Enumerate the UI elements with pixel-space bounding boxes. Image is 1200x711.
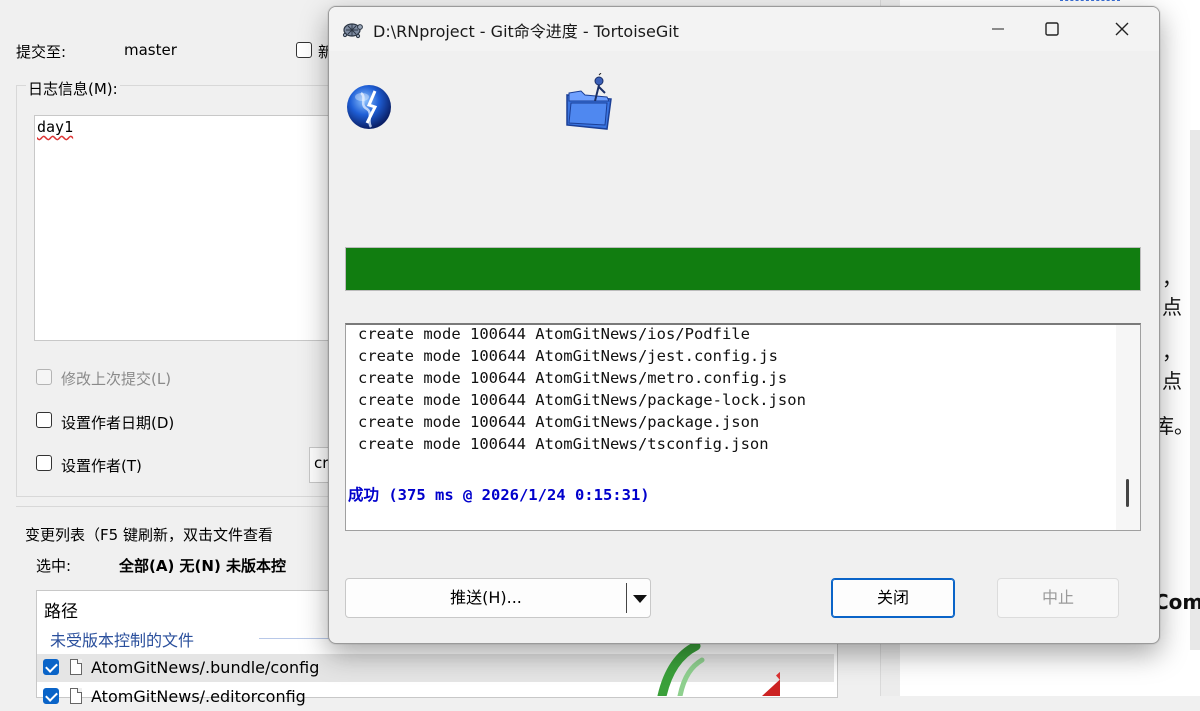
file-checkbox[interactable] bbox=[43, 688, 59, 704]
progress-bar bbox=[345, 247, 1141, 291]
changes-list-label: 变更列表（F5 键刷新，双击文件查看 bbox=[25, 526, 273, 544]
tortoisegit-logo bbox=[657, 641, 780, 696]
globe-icon bbox=[347, 85, 391, 129]
amend-checkbox[interactable] bbox=[36, 369, 52, 385]
log-line: create mode 100644 AtomGitNews/package.j… bbox=[358, 413, 760, 431]
select-options[interactable]: 全部(A) 无(N) 未版本控 bbox=[119, 555, 286, 576]
log-line: create mode 100644 AtomGitNews/package-l… bbox=[358, 391, 806, 409]
new-branch-checkbox[interactable] bbox=[296, 42, 312, 58]
select-label: 选中: bbox=[36, 557, 72, 575]
maximize-button[interactable] bbox=[1029, 7, 1075, 51]
file-name: AtomGitNews/.editorconfig bbox=[91, 687, 306, 706]
divider bbox=[16, 506, 336, 507]
chevron-down-icon[interactable] bbox=[633, 595, 647, 603]
git-progress-dialog: D:\RNproject - Git命令进度 - TortoiseGit cre… bbox=[328, 6, 1160, 644]
minimize-icon bbox=[992, 28, 1004, 30]
split-separator bbox=[626, 583, 627, 613]
log-message-label: 日志信息(M): bbox=[26, 78, 120, 99]
abort-button[interactable]: 中止 bbox=[997, 578, 1119, 618]
close-button[interactable]: 关闭 bbox=[831, 578, 955, 618]
set-author-date-checkbox[interactable] bbox=[36, 412, 52, 428]
log-line: create mode 100644 AtomGitNews/metro.con… bbox=[358, 369, 788, 387]
push-split-button[interactable]: 推送(H)... bbox=[345, 578, 651, 618]
author-input-text: cr bbox=[314, 454, 329, 472]
title-bar[interactable]: D:\RNproject - Git命令进度 - TortoiseGit bbox=[329, 7, 1159, 51]
file-icon bbox=[70, 688, 82, 704]
text-fragment: ，点 bbox=[1162, 266, 1182, 319]
set-author-label: 设置作者(T) bbox=[61, 457, 142, 475]
window-title: D:\RNproject - Git命令进度 - TortoiseGit bbox=[373, 22, 679, 41]
log-message-text: day1 bbox=[37, 118, 74, 136]
progress-bar-fill bbox=[346, 248, 1140, 290]
minimize-button[interactable] bbox=[975, 7, 1021, 51]
log-scrollbar[interactable] bbox=[1116, 325, 1140, 530]
success-status: 成功 (375 ms @ 2026/1/24 0:15:31) bbox=[348, 486, 650, 504]
log-message-input[interactable]: day1 bbox=[34, 115, 335, 341]
scrollbar-thumb[interactable] bbox=[1126, 479, 1129, 507]
file-name: AtomGitNews/.bundle/config bbox=[91, 658, 320, 677]
set-author-date-label: 设置作者日期(D) bbox=[61, 414, 175, 432]
maximize-icon bbox=[1045, 22, 1059, 36]
log-line: create mode 100644 AtomGitNews/tsconfig.… bbox=[358, 435, 769, 453]
file-checkbox[interactable] bbox=[43, 659, 59, 675]
unversioned-group-header: 未受版本控制的文件 bbox=[50, 631, 195, 650]
tortoise-icon bbox=[342, 23, 363, 39]
branch-name: master bbox=[124, 41, 177, 59]
set-author-checkbox[interactable] bbox=[36, 455, 52, 471]
close-icon bbox=[1115, 22, 1129, 36]
text-fragment: Com bbox=[1154, 590, 1200, 614]
file-icon bbox=[70, 659, 82, 675]
commit-to-label: 提交至: bbox=[16, 43, 67, 61]
push-button-label: 推送(H)... bbox=[450, 588, 522, 607]
link-underline bbox=[1060, 0, 1120, 3]
text-fragment: ，点 bbox=[1162, 340, 1182, 393]
command-output-log[interactable]: create mode 100644 AtomGitNews/ios/Podfi… bbox=[345, 323, 1141, 531]
log-line: create mode 100644 AtomGitNews/ios/Podfi… bbox=[358, 325, 750, 343]
text-fragment: 库。 bbox=[1154, 414, 1194, 438]
path-column-header[interactable]: 路径 bbox=[44, 597, 78, 622]
amend-label: 修改上次提交(L) bbox=[61, 370, 172, 388]
close-window-button[interactable] bbox=[1099, 7, 1145, 51]
folder-icon bbox=[566, 73, 612, 130]
log-line: create mode 100644 AtomGitNews/jest.conf… bbox=[358, 347, 778, 365]
